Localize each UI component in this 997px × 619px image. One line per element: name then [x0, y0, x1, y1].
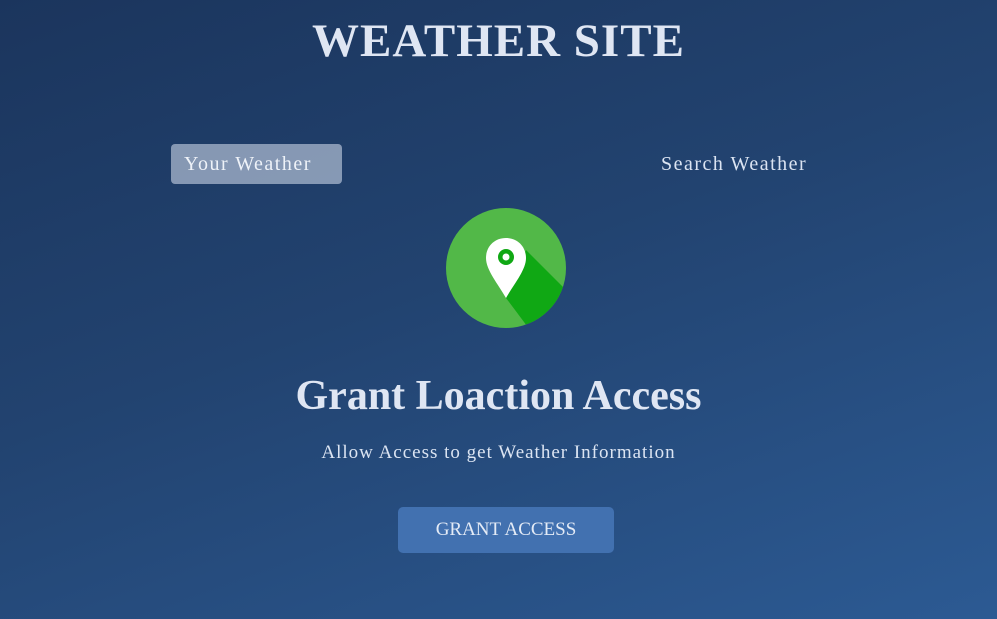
location-pin-icon	[446, 208, 566, 328]
tab-your-weather[interactable]: Your Weather	[171, 144, 342, 184]
grant-access-button[interactable]: GRANT ACCESS	[398, 507, 614, 553]
grant-subtitle: Allow Access to get Weather Information	[321, 442, 676, 463]
tab-search-weather[interactable]: Search Weather	[648, 144, 843, 184]
site-title: WEATHER SITE	[312, 15, 685, 67]
grant-heading: Grant Loaction Access	[295, 373, 702, 419]
pin-dot	[502, 253, 510, 261]
